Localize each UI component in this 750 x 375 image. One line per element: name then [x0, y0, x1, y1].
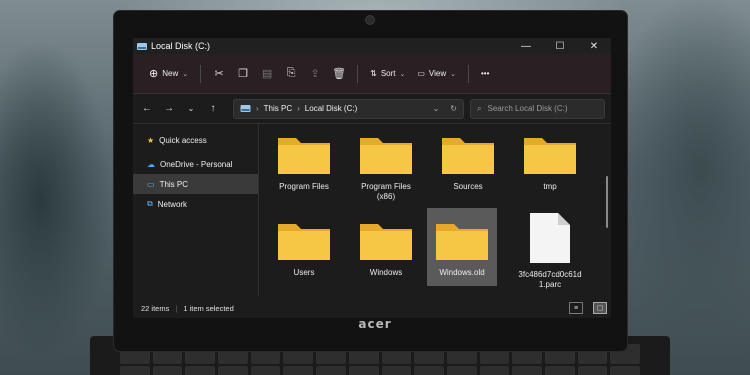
- sidebar-item-label: OneDrive - Personal: [160, 159, 233, 169]
- paste-icon[interactable]: ▤: [255, 67, 279, 80]
- monitor-icon: ▭: [147, 179, 155, 189]
- navigation-pane: ★ Quick access ☁ OneDrive - Personal ▭ T…: [133, 124, 259, 296]
- up-arrow-icon[interactable]: ↑: [205, 103, 221, 114]
- item-name: Windows.old: [439, 268, 485, 277]
- title-bar: Local Disk (C:) — ☐ ✕: [133, 38, 611, 54]
- view-button[interactable]: ▭ View ⌄: [411, 62, 462, 86]
- chevron-down-icon[interactable]: ⌄: [433, 104, 440, 113]
- laptop-brand-logo: acer: [358, 317, 392, 331]
- item-name: Users: [293, 268, 315, 277]
- address-bar: ← → ⌄ ↑ › This PC › Local Disk (C:) ⌄ ↻ …: [133, 94, 611, 124]
- folder-icon: [360, 224, 412, 260]
- folder-item[interactable]: Sources: [433, 130, 503, 208]
- folder-item[interactable]: tmp: [515, 130, 585, 208]
- search-placeholder: Search Local Disk (C:): [487, 104, 568, 113]
- blank-file-icon: [530, 213, 570, 263]
- item-count: 22 items: [141, 303, 170, 313]
- folder-item[interactable]: Program Files (x86): [351, 130, 421, 208]
- item-name: Sources: [453, 182, 483, 191]
- folder-icon: [360, 138, 412, 174]
- star-icon: ★: [147, 135, 155, 145]
- copy-icon[interactable]: ❐: [231, 67, 255, 80]
- rename-icon[interactable]: ⎘: [279, 67, 303, 80]
- command-bar: ⊕ New ⌄ ✂ ❐ ▤ ⎘ ⇪ 🗑 ⇅ Sort ⌄ ▭ View ⌄ ••…: [133, 54, 611, 94]
- folder-icon: [524, 138, 576, 174]
- view-label: View: [428, 69, 447, 78]
- file-grid: Program Files Program Files (x86) Source…: [259, 124, 611, 296]
- sort-label: Sort: [380, 69, 396, 78]
- folder-item[interactable]: Users: [269, 216, 339, 294]
- cut-icon[interactable]: ✂: [207, 67, 231, 80]
- breadcrumb-this-pc[interactable]: This PC: [264, 104, 292, 113]
- details-view-icon[interactable]: ≡: [569, 302, 583, 314]
- sidebar-item-label: Quick access: [159, 135, 207, 145]
- drive-icon: [137, 42, 147, 50]
- divider: [357, 64, 359, 83]
- sidebar-item-this-pc[interactable]: ▭ This PC: [133, 174, 258, 194]
- close-button[interactable]: ✕: [577, 38, 611, 54]
- vertical-scrollbar[interactable]: [606, 176, 608, 228]
- sidebar-item-label: Network: [157, 199, 188, 209]
- cloud-icon: ☁: [147, 159, 155, 169]
- main-area: ★ Quick access ☁ OneDrive - Personal ▭ T…: [133, 124, 611, 296]
- new-button[interactable]: ⊕ New ⌄: [143, 62, 194, 86]
- search-input[interactable]: ⌕ Search Local Disk (C:): [470, 98, 605, 119]
- folder-item[interactable]: Windows: [351, 216, 421, 294]
- folder-icon: [278, 224, 330, 260]
- sort-icon: ⇅: [370, 69, 377, 78]
- item-name: Windows: [369, 268, 403, 277]
- divider: [468, 64, 469, 83]
- more-options-button[interactable]: •••: [475, 62, 495, 86]
- webcam-icon: [366, 16, 374, 24]
- folder-icon: [436, 224, 488, 260]
- new-label: New: [162, 69, 179, 78]
- folder-item[interactable]: Program Files: [269, 130, 339, 208]
- network-icon: ⧉: [147, 199, 153, 208]
- breadcrumb-local-disk[interactable]: Local Disk (C:): [305, 104, 357, 113]
- chevron-right-icon: ›: [256, 104, 259, 113]
- recent-chevron-icon[interactable]: ⌄: [183, 104, 199, 113]
- chevron-down-icon: ⌄: [399, 70, 406, 78]
- chevron-down-icon: ⌄: [182, 70, 189, 78]
- item-name: 3fc486d7cd0c61d1.parc: [518, 270, 582, 289]
- drive-icon: [240, 105, 251, 112]
- refresh-icon[interactable]: ↻: [450, 104, 457, 113]
- breadcrumb[interactable]: › This PC › Local Disk (C:) ⌄ ↻: [233, 98, 464, 119]
- back-arrow-icon[interactable]: ←: [139, 103, 155, 114]
- tiles-view-icon[interactable]: ▢: [593, 302, 607, 314]
- folder-icon: [278, 138, 330, 174]
- window-title: Local Disk (C:): [151, 41, 211, 51]
- search-icon: ⌕: [477, 103, 482, 113]
- sidebar-item-label: This PC: [159, 179, 189, 189]
- chevron-down-icon: ⌄: [450, 70, 456, 78]
- file-explorer-window: Local Disk (C:) — ☐ ✕ ⊕ New ⌄ ✂ ❐ ▤ ⎘ ⇪ …: [133, 38, 611, 318]
- maximize-button[interactable]: ☐: [543, 38, 577, 54]
- chevron-right-icon: ›: [297, 104, 300, 113]
- folder-item-selected[interactable]: Windows.old: [427, 208, 497, 286]
- folder-icon: [442, 138, 494, 174]
- item-name: Program Files: [279, 182, 329, 191]
- status-bar: 22 items | 1 item selected ≡ ▢: [133, 298, 611, 318]
- item-name: Program Files (x86): [361, 182, 411, 201]
- divider: [200, 64, 202, 83]
- divider: |: [175, 303, 178, 313]
- sort-button[interactable]: ⇅ Sort ⌄: [364, 62, 411, 86]
- minimize-button[interactable]: —: [509, 38, 543, 54]
- selection-count: 1 item selected: [183, 303, 234, 313]
- plus-circle-icon: ⊕: [149, 68, 159, 80]
- sidebar-item-network[interactable]: ⧉ Network: [133, 194, 258, 214]
- forward-arrow-icon[interactable]: →: [161, 103, 177, 114]
- item-name: tmp: [543, 182, 557, 191]
- sidebar-item-onedrive[interactable]: ☁ OneDrive - Personal: [133, 154, 258, 174]
- sidebar-item-quick-access[interactable]: ★ Quick access: [133, 130, 258, 150]
- view-icon: ▭: [417, 69, 425, 78]
- share-icon[interactable]: ⇪: [303, 67, 327, 80]
- delete-icon[interactable]: 🗑: [327, 67, 351, 80]
- file-item[interactable]: 3fc486d7cd0c61d1.parc: [515, 212, 585, 290]
